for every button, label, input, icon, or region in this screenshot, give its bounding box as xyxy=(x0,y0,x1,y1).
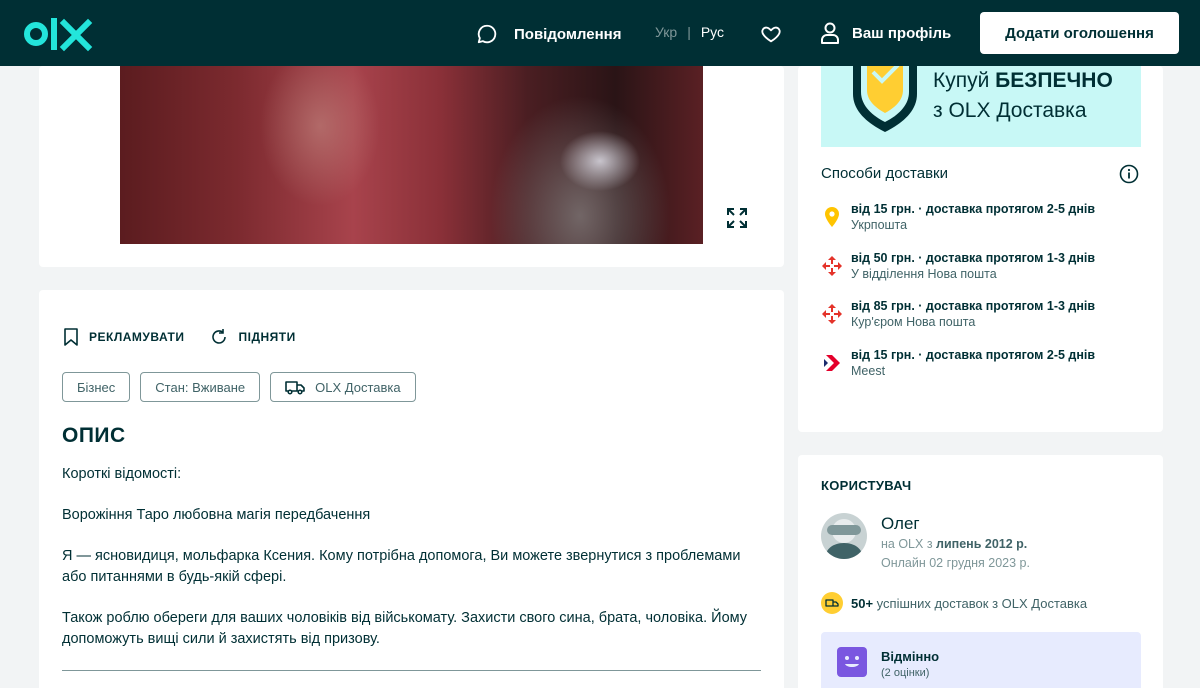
deliveries-count: 50+ xyxy=(851,595,874,611)
messages-label: Повідомлення xyxy=(514,25,622,43)
bookmark-icon xyxy=(64,328,78,346)
banner-text: Купуй БЕЗПЕЧНО з OLX Доставка xyxy=(933,66,1113,126)
listing-photo[interactable] xyxy=(120,66,703,244)
delivery-price: від 85 грн. · доставка протягом 1-3 днів xyxy=(851,299,1096,313)
delivery-badge-icon xyxy=(821,592,843,614)
chat-bubble-icon xyxy=(477,24,497,44)
listing-actions: РЕКЛАМУВАТИ ПІДНЯТИ xyxy=(63,328,296,346)
refresh-icon xyxy=(212,329,227,344)
nova-poshta-icon xyxy=(822,304,842,324)
user-name[interactable]: Олег xyxy=(881,514,920,534)
user-icon xyxy=(821,22,839,44)
meest-icon xyxy=(824,354,840,371)
messages-link[interactable]: Повідомлення xyxy=(476,22,621,46)
delivery-carrier: Meest xyxy=(851,363,886,378)
truck-icon xyxy=(285,381,305,395)
delivery-item: від 50 грн. · доставка протягом 1-3 днів… xyxy=(821,250,1141,299)
description-text: Короткі відомості: Ворожіння Таро любовн… xyxy=(62,464,762,670)
delivery-carrier: Укрпошта xyxy=(851,218,908,232)
description-title: ОПИС xyxy=(62,424,126,447)
delivery-price: від 15 грн. · доставка протягом 2-5 днів xyxy=(851,202,1096,216)
delivery-price: від 50 грн. · доставка протягом 1-3 днів xyxy=(851,250,1096,265)
tag-label: Стан: Вживане xyxy=(155,379,246,395)
banner-line1: Купуй xyxy=(933,69,996,92)
ukrposhta-icon xyxy=(825,207,839,227)
tag-business[interactable]: Бізнес xyxy=(62,372,131,402)
user-avatar-icon xyxy=(825,519,863,559)
nova-poshta-icon xyxy=(822,255,842,276)
delivery-methods-title: Способи доставки xyxy=(821,165,948,182)
bump-label: ПІДНЯТИ xyxy=(238,330,296,344)
delivery-item: від 15 грн. · доставка протягом 2-5 днів… xyxy=(821,201,1141,250)
profile-label: Ваш профіль xyxy=(852,24,952,42)
divider xyxy=(62,670,761,671)
promote-label: РЕКЛАМУВАТИ xyxy=(89,330,185,344)
tag-olx-delivery[interactable]: OLX Доставка xyxy=(270,372,416,402)
safe-delivery-banner[interactable]: Купуй БЕЗПЕЧНО з OLX Доставка xyxy=(821,66,1141,147)
member-since-prefix: на OLX з xyxy=(881,537,937,551)
user-last-online: Онлайн 02 грудня 2023 р. xyxy=(881,556,1030,570)
delivery-item: від 85 грн. · доставка протягом 1-3 днів… xyxy=(821,298,1141,347)
description-card: РЕКЛАМУВАТИ ПІДНЯТИ Бізнес Стан: Вживане… xyxy=(39,290,784,688)
description-paragraph: Ворожіння Таро любовна магія передбаченн… xyxy=(62,507,371,523)
lang-rus[interactable]: Рус xyxy=(701,24,724,40)
bump-button[interactable]: ПІДНЯТИ xyxy=(210,328,295,346)
banner-line2: з OLX Доставка xyxy=(933,99,1087,122)
rating-label: Відмінно xyxy=(881,649,940,664)
successful-deliveries: 50+ успішних доставок з OLX Доставка xyxy=(821,592,1087,614)
promote-button[interactable]: РЕКЛАМУВАТИ xyxy=(63,328,184,346)
language-switcher: Укр | Рус xyxy=(655,24,724,40)
description-paragraph: Короткі відомості: xyxy=(62,466,182,482)
add-listing-button[interactable]: Додати оголошення xyxy=(980,12,1179,54)
member-since-date: липень 2012 р. xyxy=(936,537,1028,551)
avatar[interactable] xyxy=(821,513,867,559)
lang-separator: | xyxy=(687,24,691,40)
heart-icon[interactable] xyxy=(760,23,782,45)
tag-condition[interactable]: Стан: Вживане xyxy=(140,372,261,402)
delivery-carrier: У відділення Нова пошта xyxy=(851,266,997,281)
delivery-card: Купуй БЕЗПЕЧНО з OLX Доставка Способи до… xyxy=(798,66,1163,432)
info-icon[interactable] xyxy=(1119,164,1139,184)
listing-tags: Бізнес Стан: Вживане OLX Доставка xyxy=(62,372,416,402)
lang-ukr[interactable]: Укр xyxy=(655,24,677,40)
rating-box[interactable]: Відмінно (2 оцінки) xyxy=(821,632,1141,688)
shield-check-icon xyxy=(853,66,917,132)
deliveries-text: успішних доставок з OLX Доставка xyxy=(873,595,1088,611)
delivery-item: від 15 грн. · доставка протягом 2-5 днів… xyxy=(821,347,1141,396)
expand-icon[interactable] xyxy=(725,206,749,230)
description-paragraph: Також роблю обереги для ваших чоловіків … xyxy=(62,610,748,647)
tag-label: Бізнес xyxy=(77,379,116,395)
photo-gallery xyxy=(39,66,784,267)
user-member-since: на OLX з липень 2012 р. xyxy=(881,537,1027,551)
delivery-methods-list: від 15 грн. · доставка протягом 2-5 днів… xyxy=(821,201,1141,395)
top-header: Повідомлення Укр | Рус Ваш профіль Додат… xyxy=(0,0,1200,66)
user-section-title: КОРИСТУВАЧ xyxy=(821,478,912,493)
banner-line1-bold: БЕЗПЕЧНО xyxy=(995,69,1113,92)
description-paragraph: Я — ясновидиця, мольфарка Ксения. Кому п… xyxy=(62,548,741,585)
smiley-icon xyxy=(837,647,867,677)
tag-label: OLX Доставка xyxy=(315,379,401,395)
olx-logo[interactable] xyxy=(24,14,94,54)
rating-count: (2 оцінки) xyxy=(881,667,930,679)
delivery-carrier: Кур'єром Нова пошта xyxy=(851,315,976,329)
profile-link[interactable]: Ваш профіль xyxy=(820,22,951,44)
delivery-price: від 15 грн. · доставка протягом 2-5 днів xyxy=(851,347,1096,362)
user-card: КОРИСТУВАЧ Олег на OLX з липень 2012 р. … xyxy=(798,455,1163,688)
